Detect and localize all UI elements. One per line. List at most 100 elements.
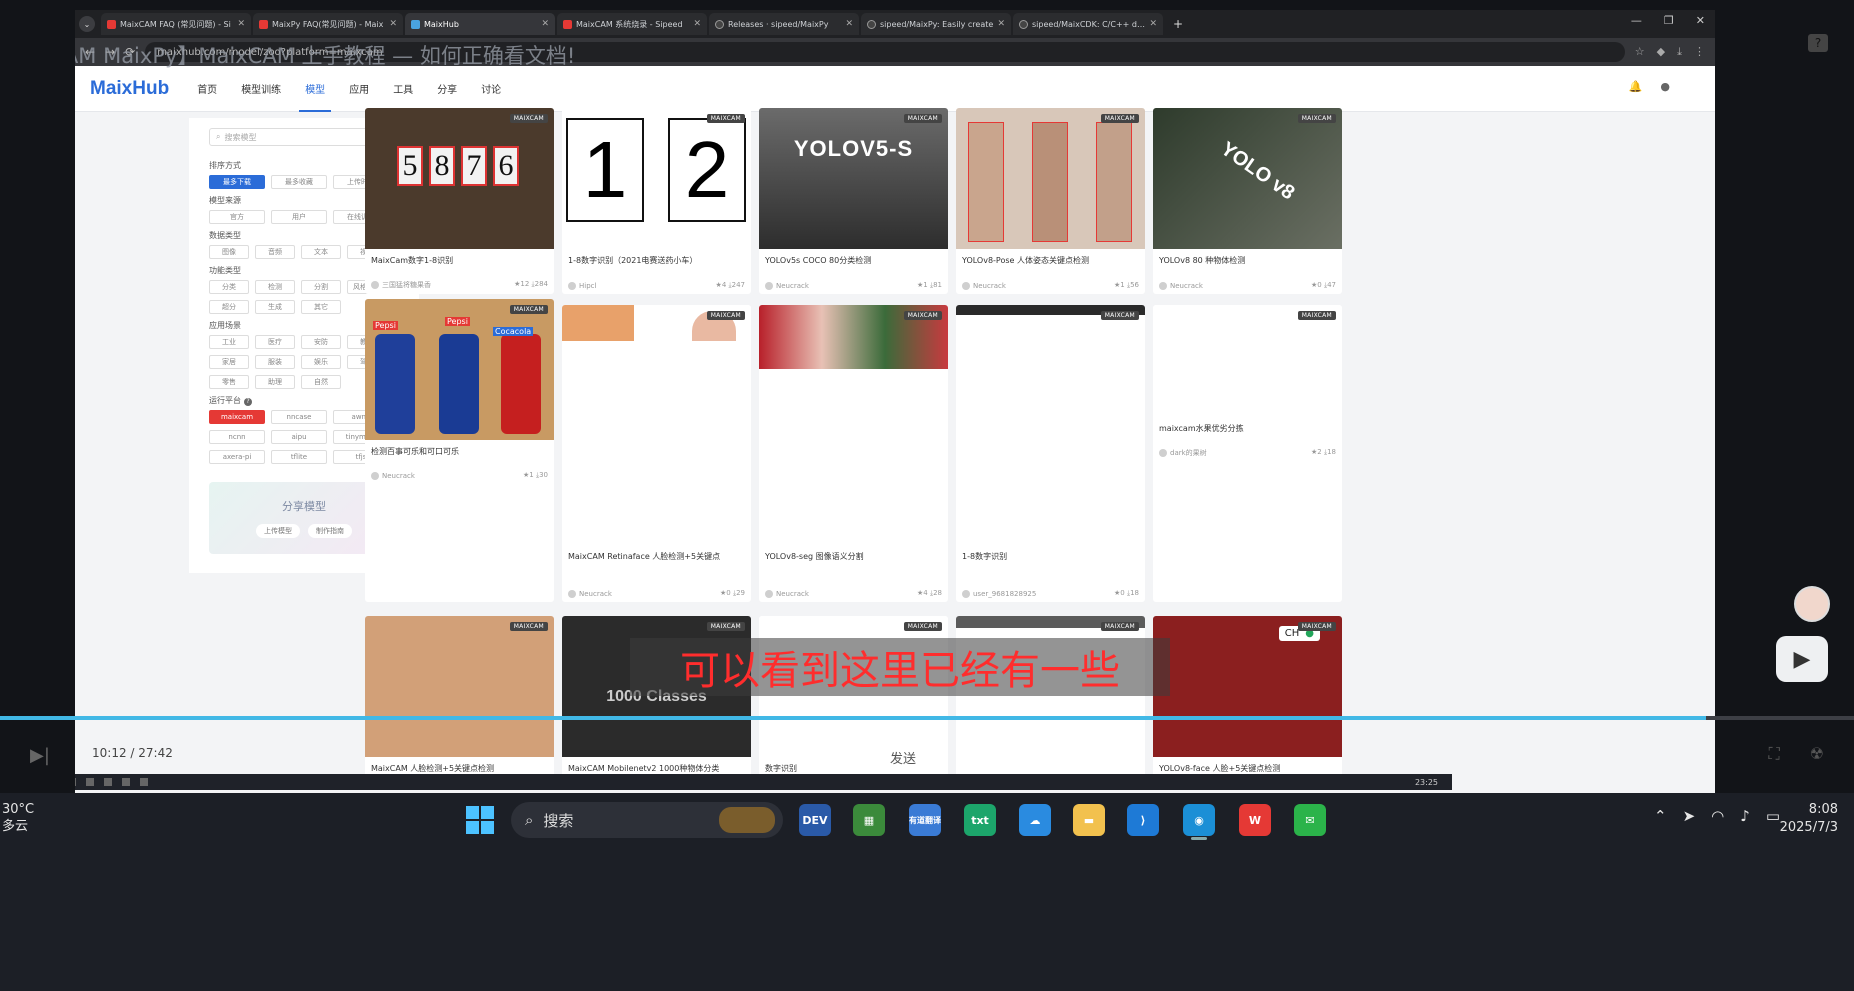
platform-tflite[interactable]: tflite xyxy=(271,450,327,464)
model-card[interactable]: MAIXCAM YOLOv8-seg 图像语义分割 Neucrack ★4 ⤓28 xyxy=(759,305,948,602)
minimize-icon[interactable]: — xyxy=(1631,14,1642,27)
wechat-icon[interactable]: ✉ xyxy=(1294,804,1326,836)
fullscreen-icon[interactable]: ⛶ xyxy=(1768,744,1779,764)
vscode-icon[interactable]: ⟩ xyxy=(1127,804,1159,836)
platform-axera-pi[interactable]: axera-pi xyxy=(209,450,265,464)
scene-home[interactable]: 家居 xyxy=(209,355,249,369)
nav-share[interactable]: 分享 xyxy=(437,66,457,112)
user-avatar[interactable]: ● xyxy=(1660,80,1670,93)
taskbar-search[interactable]: ⌕ 搜索 xyxy=(511,802,783,838)
scene-retail[interactable]: 零售 xyxy=(209,375,249,389)
wifi-icon[interactable]: ◠ xyxy=(1711,807,1724,825)
tab-maixhub[interactable]: MaixHub ✕ xyxy=(405,13,555,35)
data-audio[interactable]: 音频 xyxy=(255,245,295,259)
excel-icon[interactable]: ▦ xyxy=(853,804,885,836)
close-icon[interactable]: ✕ xyxy=(541,19,549,29)
sort-most-stars[interactable]: 最多收藏 xyxy=(271,175,327,189)
guide-button[interactable]: 制作指南 xyxy=(308,524,352,538)
nav-models[interactable]: 模型 xyxy=(299,66,332,112)
help-icon[interactable]: ? xyxy=(244,398,252,406)
model-card[interactable]: 5 8 7 6 MAIXCAM MaixCam数字1-8识别 三国猛将糖果香 ★1… xyxy=(365,108,554,294)
func-generate[interactable]: 生成 xyxy=(255,300,295,314)
scene-medical[interactable]: 医疗 xyxy=(255,335,295,349)
tab-releases[interactable]: Releases · sipeed/MaixPy ✕ xyxy=(709,13,859,35)
windows-start-icon[interactable] xyxy=(466,806,494,834)
maixhub-logo[interactable]: MaixHub xyxy=(90,78,169,100)
tab-maixpy-repo[interactable]: sipeed/MaixPy: Easily create ✕ xyxy=(861,13,1011,35)
tab-search-icon[interactable]: ⌄ xyxy=(79,16,95,32)
platform-nncase[interactable]: nncase xyxy=(271,410,327,424)
nav-training[interactable]: 模型训练 xyxy=(241,66,281,112)
cloud-icon[interactable]: ☁ xyxy=(1019,804,1051,836)
bell-icon[interactable]: 🔔 xyxy=(1629,80,1643,93)
source-user[interactable]: 用户 xyxy=(271,210,327,224)
close-icon[interactable]: ✕ xyxy=(997,19,1005,29)
settings-icon[interactable]: ☢ xyxy=(1810,744,1824,764)
model-card[interactable]: MAIXCAM 1-8数字识别 user_9681828925 ★0 ⤓18 xyxy=(956,305,1145,602)
platform-aipu[interactable]: aipu xyxy=(271,430,327,444)
next-icon[interactable]: ▶| xyxy=(30,745,50,766)
send-danmaku-button[interactable]: 发送 xyxy=(890,748,916,767)
volume-icon[interactable]: ♪ xyxy=(1740,807,1750,825)
edge-icon[interactable]: ◉ xyxy=(1183,804,1215,836)
video-frame[interactable]: MaixCAM MaixPy】MaixCAM 上手教程 — 如何正确看文档! ⌄… xyxy=(75,10,1715,916)
nav-discuss[interactable]: 讨论 xyxy=(481,66,501,112)
tab-maixcdk-repo[interactable]: sipeed/MaixCDK: C/C++ dev ✕ xyxy=(1013,13,1163,35)
scene-industry[interactable]: 工业 xyxy=(209,335,249,349)
func-classify[interactable]: 分类 xyxy=(209,280,249,294)
model-card[interactable]: MAIXCAM YOLOv8-Pose 人体姿态关键点检测 Neucrack ★1… xyxy=(956,108,1145,294)
battery-icon[interactable]: ▭ xyxy=(1766,807,1780,825)
tab-maixpy-faq[interactable]: MaixPy FAQ(常见问题) - Maix ✕ xyxy=(253,13,403,35)
close-icon[interactable]: ✕ xyxy=(1149,19,1157,29)
star-icon[interactable]: ☆ xyxy=(1635,45,1645,59)
download-icon[interactable]: ⤓ xyxy=(1677,45,1682,59)
extension-icon[interactable]: ◆ xyxy=(1657,45,1665,59)
location-icon[interactable]: ➤ xyxy=(1683,807,1696,825)
source-official[interactable]: 官方 xyxy=(209,210,265,224)
restore-icon[interactable]: ❐ xyxy=(1664,14,1674,27)
progress-bar[interactable] xyxy=(0,716,1854,720)
upload-model-button[interactable]: 上传模型 xyxy=(256,524,300,538)
platform-maixcam[interactable]: maixcam xyxy=(209,410,265,424)
close-icon[interactable]: ✕ xyxy=(237,19,245,29)
tab-maixcam-faq[interactable]: MaixCAM FAQ (常见问题) - Si ✕ xyxy=(101,13,251,35)
sort-most-downloads[interactable]: 最多下载 xyxy=(209,175,265,189)
model-card[interactable]: MAIXCAM MaixCAM 人脸检测+5关键点检测 xyxy=(365,616,554,781)
avatar[interactable] xyxy=(1794,586,1830,622)
close-window-icon[interactable]: ✕ xyxy=(1696,14,1705,27)
model-card[interactable]: 1 2 MAIXCAM 1-8数字识别（2021电赛送药小车） Hipcl ★4 … xyxy=(562,108,751,294)
scene-nature[interactable]: 自然 xyxy=(301,375,341,389)
chevron-up-icon[interactable]: ⌃ xyxy=(1654,807,1667,825)
func-segment[interactable]: 分割 xyxy=(301,280,341,294)
close-icon[interactable]: ✕ xyxy=(389,19,397,29)
platform-ncnn[interactable]: ncnn xyxy=(209,430,265,444)
func-superres[interactable]: 超分 xyxy=(209,300,249,314)
func-other[interactable]: 其它 xyxy=(301,300,341,314)
new-tab-button[interactable]: + xyxy=(1165,17,1191,31)
devecostudio-icon[interactable]: DEV xyxy=(799,804,831,836)
menu-icon[interactable]: ⋮ xyxy=(1694,45,1705,59)
txt-icon[interactable]: txt xyxy=(964,804,996,836)
data-image[interactable]: 图像 xyxy=(209,245,249,259)
scene-assistant[interactable]: 助理 xyxy=(255,375,295,389)
model-card[interactable]: CH ● MAIXCAM YOLOv8-face 人脸+5关键点检测 xyxy=(1153,616,1342,781)
help-icon[interactable]: ? xyxy=(1808,34,1828,52)
close-icon[interactable]: ✕ xyxy=(693,19,701,29)
nav-apps[interactable]: 应用 xyxy=(349,66,369,112)
model-card[interactable]: MAIXCAM maixcam水果优劣分拣 dark的果树 ★2 ⤓18 xyxy=(1153,305,1342,602)
model-card[interactable]: YOLO v8 MAIXCAM YOLOv8 80 种物体检测 Neucrack… xyxy=(1153,108,1342,294)
bilibili-tv-icon[interactable]: ▶ xyxy=(1776,636,1828,682)
close-icon[interactable]: ✕ xyxy=(845,19,853,29)
scene-security[interactable]: 安防 xyxy=(301,335,341,349)
scene-entertainment[interactable]: 娱乐 xyxy=(301,355,341,369)
data-text[interactable]: 文本 xyxy=(301,245,341,259)
youdao-icon[interactable]: 有道翻译 xyxy=(909,804,941,836)
wps-icon[interactable]: W xyxy=(1239,804,1271,836)
weather-widget[interactable]: 30°C 多云 xyxy=(2,801,34,835)
model-card[interactable]: Pepsi Pepsi Cocacola MAIXCAM 检测百事可乐和可口可乐… xyxy=(365,299,554,602)
model-card[interactable]: YOLOV5-S MAIXCAM YOLOv5s COCO 80分类检测 Neu… xyxy=(759,108,948,294)
scene-clothing[interactable]: 服装 xyxy=(255,355,295,369)
nav-tools[interactable]: 工具 xyxy=(393,66,413,112)
func-detect[interactable]: 检测 xyxy=(255,280,295,294)
system-clock[interactable]: 8:08 2025/7/3 xyxy=(1780,801,1838,837)
